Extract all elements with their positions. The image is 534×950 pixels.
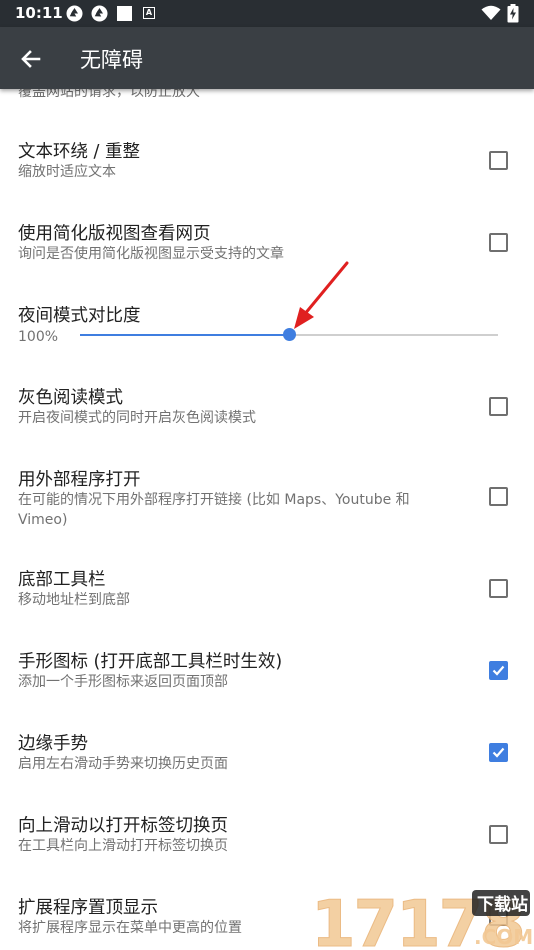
pref-checkbox[interactable] [489, 233, 508, 252]
pref-bottom-toolbar[interactable]: 底部工具栏 移动地址栏到底部 [0, 555, 534, 635]
battery-charging-icon [507, 4, 519, 23]
pref-title: 向上滑动以打开标签切换页 [18, 816, 228, 836]
pref-gray-reading[interactable]: 灰色阅读模式 开启夜间模式的同时开启灰色阅读模式 [0, 373, 534, 453]
pref-title: 使用简化版视图查看网页 [18, 224, 211, 244]
pref-edge-gesture[interactable]: 边缘手势 启用左右滑动手势来切换历史页面 [0, 719, 534, 799]
arrow-left-icon[interactable] [14, 44, 48, 74]
pref-title: 扩展程序置顶显示 [18, 898, 158, 918]
settings-list: 覆盖网站的请求，以防止放大 文本环绕 / 重整 缩放时适应文本 使用简化版视图查… [0, 89, 534, 950]
pref-title: 边缘手势 [18, 734, 88, 754]
page-title: 无障碍 [80, 48, 143, 72]
pref-checkbox[interactable] [489, 397, 508, 416]
pref-title: 文本环绕 / 重整 [18, 142, 141, 162]
status-time: 10:11 [15, 4, 63, 22]
square-notification-icon [117, 6, 132, 21]
slider-value-label: 100% [18, 329, 59, 345]
pref-checkbox[interactable] [489, 825, 508, 844]
pref-summary: 在工具栏向上滑动打开标签切换页 [18, 838, 228, 854]
red-arrow-annotation [294, 261, 349, 329]
pref-checkbox-checked[interactable] [489, 661, 508, 680]
pref-summary: 询问是否使用简化版视图显示受支持的文章 [18, 246, 284, 262]
pref-text-reflow[interactable]: 文本环绕 / 重整 缩放时适应文本 [0, 127, 534, 207]
pref-summary: 开启夜间模式的同时开启灰色阅读模式 [18, 410, 256, 426]
pref-checkbox[interactable] [489, 579, 508, 598]
clipped-pref-summary: 覆盖网站的请求，以防止放大 [18, 89, 200, 100]
pref-title: 夜间模式对比度 [18, 306, 141, 326]
watermark-logo: 17178 下载站 .COM [311, 888, 534, 950]
watermark-tag: 下载站 [477, 894, 528, 915]
pref-summary: 移动地址栏到底部 [18, 592, 130, 608]
pref-swipe-up-tabs[interactable]: 向上滑动以打开标签切换页 在工具栏向上滑动打开标签切换页 [0, 801, 534, 881]
slider-fill [80, 334, 289, 336]
sync-icon [91, 5, 108, 22]
checkmark-icon [492, 747, 505, 758]
night-contrast-slider[interactable] [80, 328, 498, 341]
app-toolbar: 无障碍 [0, 27, 534, 89]
pref-title: 手形图标 (打开底部工具栏时生效) [18, 652, 283, 672]
pref-summary: 在可能的情况下用外部程序打开链接 (比如 Maps、Youtube 和 Vime… [18, 492, 410, 528]
wifi-icon [481, 5, 501, 20]
watermark-domain: .COM [474, 925, 533, 949]
pref-summary: 将扩展程序显示在菜单中更高的位置 [18, 920, 242, 936]
pref-checkbox[interactable] [489, 487, 508, 506]
pref-checkbox-checked[interactable] [489, 743, 508, 762]
pref-title: 底部工具栏 [18, 570, 106, 590]
pref-title: 灰色阅读模式 [18, 388, 123, 408]
pref-open-external[interactable]: 用外部程序打开 在可能的情况下用外部程序打开链接 (比如 Maps、Youtub… [0, 455, 534, 555]
a-notification-icon: A [143, 7, 155, 19]
checkmark-icon [492, 665, 505, 676]
pref-night-contrast: 夜间模式对比度 100% [0, 291, 534, 371]
status-bar: 10:11 A [0, 0, 534, 27]
sync-icon [66, 5, 83, 22]
pref-reader-view[interactable]: 使用简化版视图查看网页 询问是否使用简化版视图显示受支持的文章 [0, 209, 534, 289]
pref-summary: 添加一个手形图标来返回页面顶部 [18, 674, 228, 690]
pref-hand-icon[interactable]: 手形图标 (打开底部工具栏时生效) 添加一个手形图标来返回页面顶部 [0, 637, 534, 717]
pref-summary: 缩放时适应文本 [18, 164, 116, 180]
pref-checkbox[interactable] [489, 151, 508, 170]
pref-summary: 启用左右滑动手势来切换历史页面 [18, 756, 228, 772]
pref-title: 用外部程序打开 [18, 470, 141, 490]
